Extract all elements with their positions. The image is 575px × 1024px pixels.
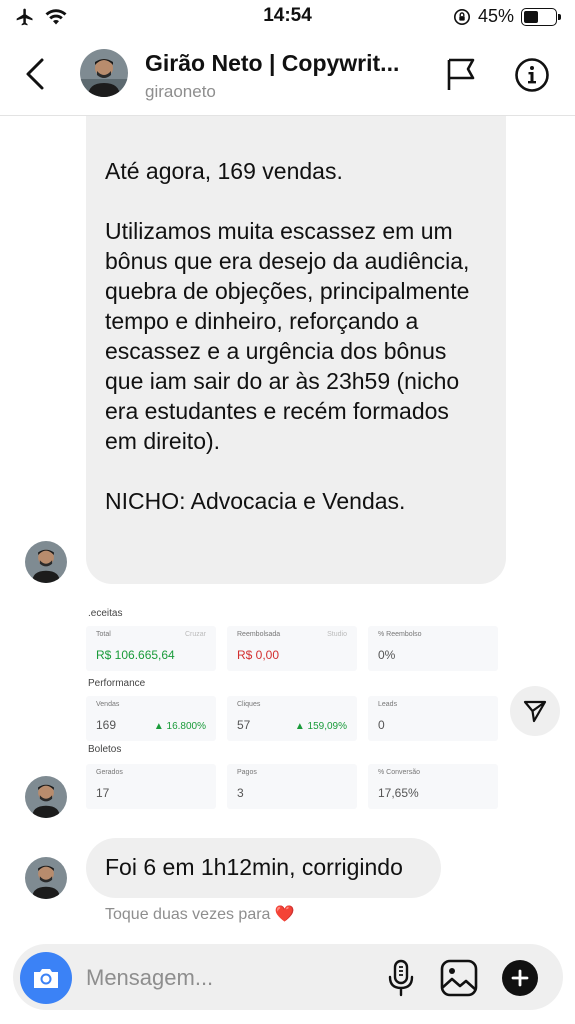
sender-avatar[interactable] (25, 857, 67, 899)
heart-icon: ❤️ (274, 906, 295, 923)
battery-icon (521, 7, 561, 26)
section-title: .eceitas (88, 608, 123, 619)
avatar-photo (80, 49, 128, 97)
camera-icon (34, 969, 58, 988)
metric-value: 57 (237, 718, 251, 732)
metric-value: R$ 0,00 (237, 648, 280, 662)
metric-value: 17,65% (378, 786, 419, 800)
back-chevron-icon[interactable] (20, 54, 54, 94)
avatar-photo (25, 857, 67, 899)
metric-card-conversao: % Conversão 17,65% (368, 764, 498, 809)
status-right: 45% (453, 6, 561, 27)
message-paragraph: Utilizamos muita escassez em um bônus qu… (105, 218, 470, 454)
metric-label: Reembolsada (237, 631, 281, 638)
metric-label: % Reembolso (378, 631, 422, 638)
add-button[interactable] (502, 960, 538, 996)
metric-label: Cliques (237, 701, 261, 708)
info-icon[interactable] (514, 57, 550, 93)
metric-card-leads: Leads 0 (368, 696, 498, 741)
section-title: Performance (88, 678, 146, 689)
contact-name[interactable]: Girão Neto | Copywrit... (145, 50, 399, 77)
gallery-icon[interactable] (439, 958, 479, 998)
message-bubble-short[interactable]: Foi 6 em 1h12min, corrigindo (86, 838, 441, 898)
flag-icon[interactable] (444, 56, 478, 92)
metric-label: Vendas (96, 701, 120, 708)
avatar-photo (25, 776, 67, 818)
metric-value: 0% (378, 648, 396, 662)
message-paragraph: NICHO: Advocacia e Vendas. (105, 488, 406, 514)
dashboard-image[interactable]: .eceitas Total Cruzar R$ 106.665,64 Reemb… (86, 600, 506, 813)
metric-value: 3 (237, 786, 244, 800)
metric-card-total: Total Cruzar R$ 106.665,64 (86, 626, 216, 671)
metric-label: % Conversão (378, 769, 421, 776)
reaction-hint: Toque duas vezes para ❤️ (105, 904, 295, 924)
metric-trend: ▲ 16.800% (153, 721, 206, 732)
message-composer (13, 944, 563, 1010)
plus-icon (511, 969, 529, 987)
metric-card-vendas: Vendas 169 ▲ 16.800% (86, 696, 216, 741)
metric-card-pct-reembolso: % Reembolso 0% (368, 626, 498, 671)
orientation-lock-icon (453, 8, 470, 25)
metric-card-gerados: Gerados 17 (86, 764, 216, 809)
message-input[interactable] (86, 963, 376, 993)
paper-plane-icon (523, 700, 547, 723)
sender-avatar[interactable] (25, 541, 67, 583)
metric-label: Gerados (96, 769, 123, 776)
avatar-photo (25, 541, 67, 583)
metric-value: 0 (378, 718, 385, 732)
status-bar: 14:54 45% (0, 0, 575, 36)
contact-avatar[interactable] (80, 49, 128, 97)
sender-avatar[interactable] (25, 776, 67, 818)
metric-label: Leads (378, 701, 398, 708)
camera-button[interactable] (20, 952, 72, 1004)
message-bubble-long[interactable]: Até agora, 169 vendas. Utilizamos muita … (86, 116, 506, 584)
contact-username[interactable]: giraoneto (145, 82, 216, 102)
microphone-icon[interactable] (386, 958, 416, 998)
metric-trend: ▲ 159,09% (294, 721, 347, 732)
metric-value: 17 (96, 786, 110, 800)
reaction-hint-text: Toque duas vezes para (105, 906, 271, 923)
metric-value: 169 (96, 718, 117, 732)
metric-value: R$ 106.665,64 (96, 648, 175, 662)
metric-card-pagos: Pagos 3 (227, 764, 357, 809)
section-title: Boletos (88, 744, 122, 755)
metric-label: Pagos (237, 769, 257, 776)
metric-sublabel: Studio (327, 631, 347, 638)
battery-percent: 45% (477, 6, 514, 26)
metric-label: Total (96, 631, 111, 638)
chat-header: Girão Neto | Copywrit... giraoneto (0, 36, 575, 116)
metric-card-cliques: Cliques 57 ▲ 159,09% (227, 696, 357, 741)
metric-card-reembolsada: Reembolsada Studio R$ 0,00 (227, 626, 357, 671)
metric-sublabel: Cruzar (184, 631, 206, 638)
message-paragraph: Até agora, 169 vendas. (105, 158, 343, 184)
share-button[interactable] (510, 686, 560, 736)
